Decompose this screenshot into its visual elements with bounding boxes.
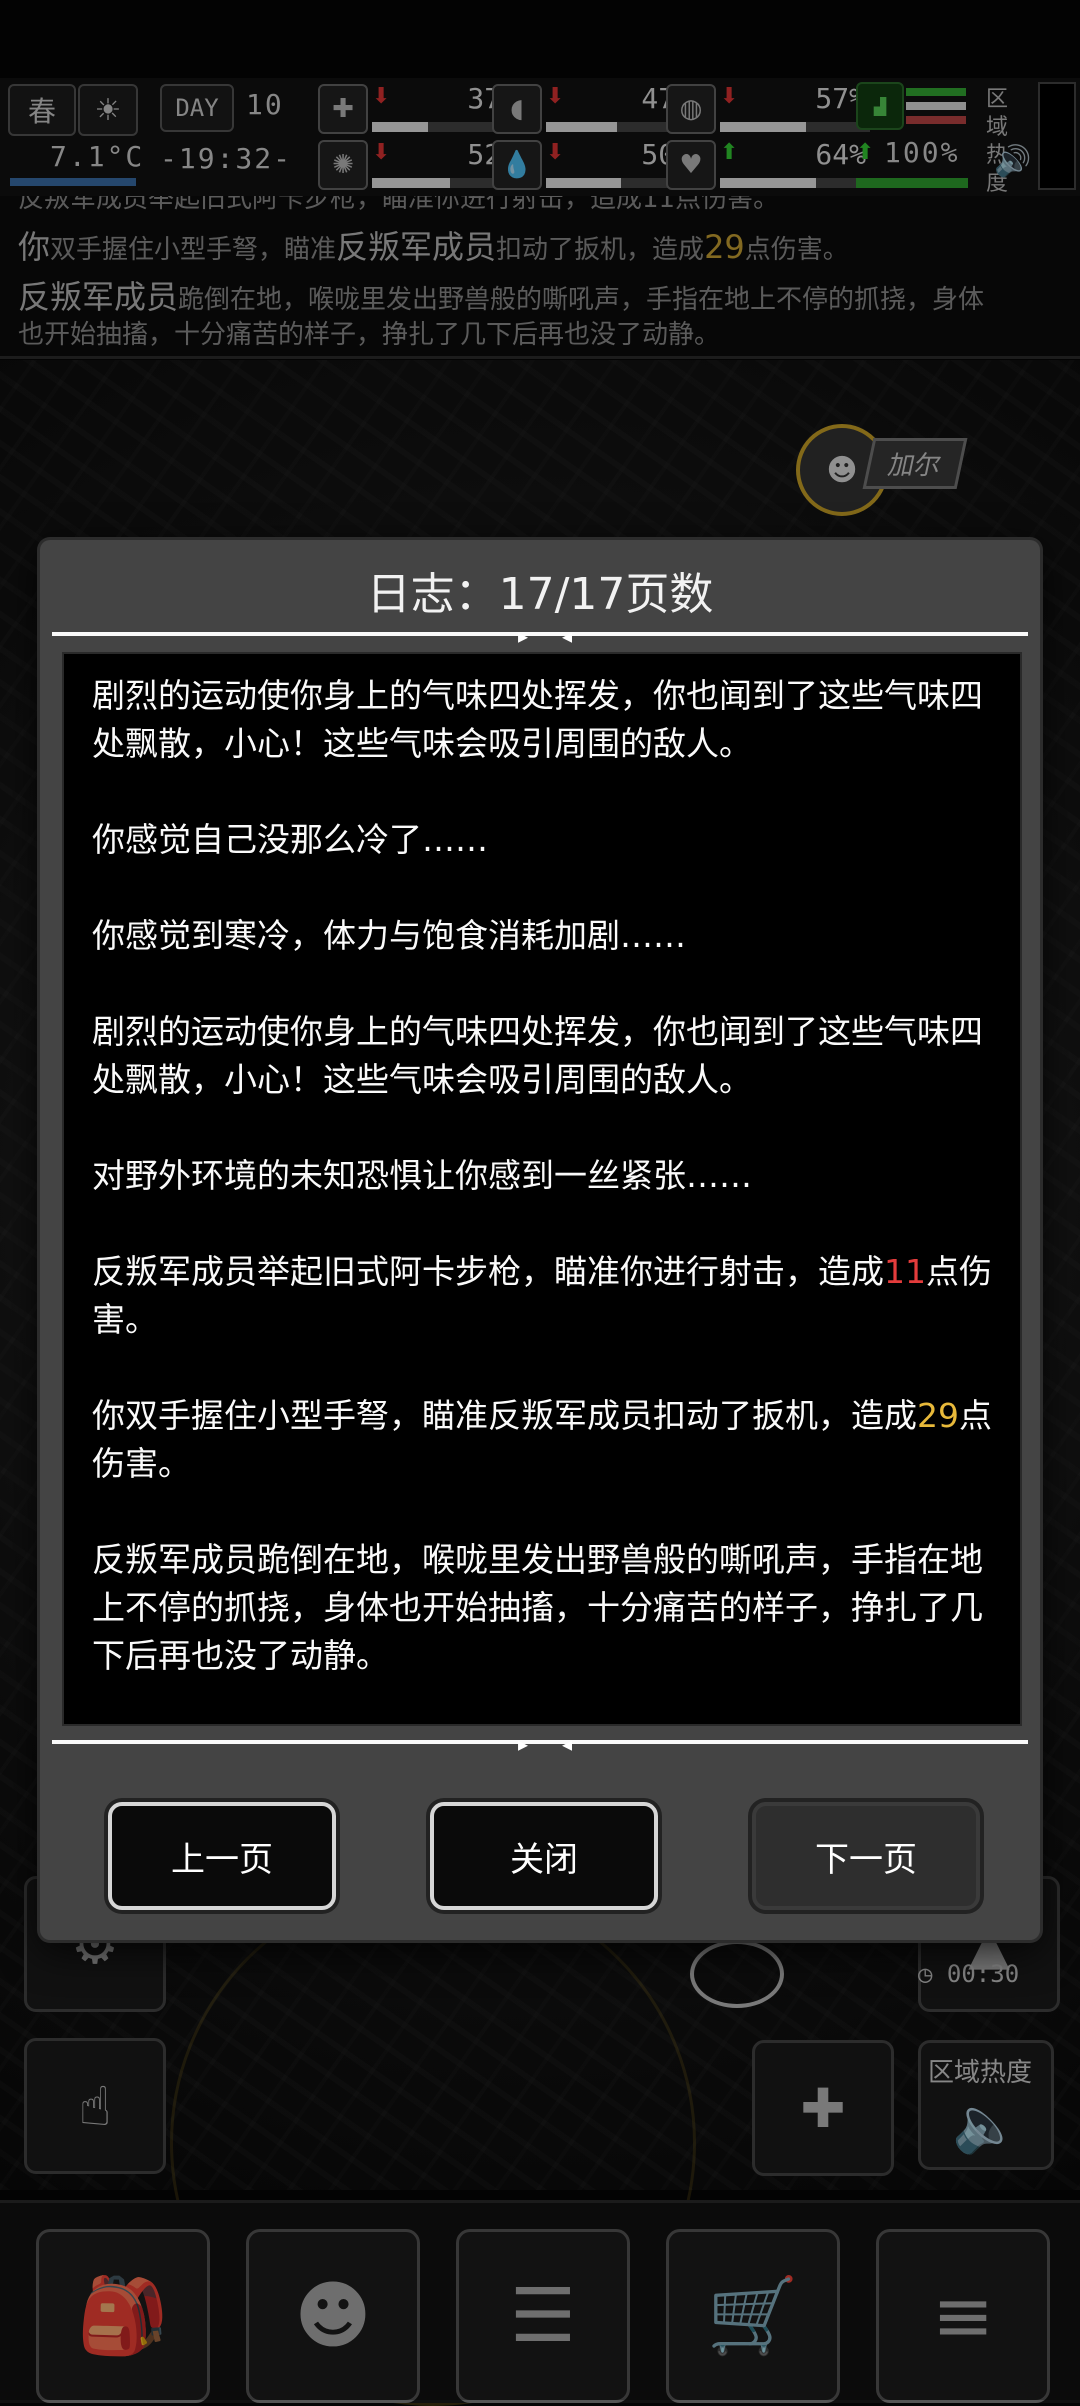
divider-bottom: ▸ ◂	[52, 1732, 1028, 1756]
log-entry: 你感觉到寒冷，体力与饱食消耗加剧……	[92, 916, 686, 955]
next-page-button[interactable]: 下一页	[752, 1802, 980, 1910]
log-list: 剧烈的运动使你身上的气味四处挥发，你也闻到了这些气味四处飘散，小心！这些气味会吸…	[92, 672, 1007, 1724]
divider-top: ▸ ◂	[52, 624, 1028, 648]
log-entry: 对野外环境的未知恐惧让你感到一丝紧张……	[92, 1156, 752, 1195]
log-dialog: 日志：17/17页数 ▸ ◂ 剧烈的运动使你身上的气味四处挥发，你也闻到了这些气味…	[40, 540, 1040, 1940]
close-button[interactable]: 关闭	[430, 1802, 658, 1910]
damage-number: 11	[884, 1252, 926, 1291]
dialog-title: 日志：17/17页数	[366, 569, 714, 620]
prev-page-button[interactable]: 上一页	[108, 1802, 336, 1910]
log-scroll-panel[interactable]: 剧烈的运动使你身上的气味四处挥发，你也闻到了这些气味四处飘散，小心！这些气味会吸…	[62, 652, 1022, 1726]
log-entry: 你双手握住小型手弩，瞄准反叛军成员扣动了扳机，造成29点伤害。	[92, 1396, 992, 1483]
log-entry: 反叛军成员举起旧式阿卡步枪，瞄准你进行射击，造成11点伤害。	[92, 1252, 992, 1339]
log-entry: 反叛军成员跪倒在地，喉咙里发出野兽般的嘶吼声，手指在地上不停的抓挠，身体也开始抽…	[92, 1540, 983, 1675]
log-entry: 剧烈的运动使你身上的气味四处挥发，你也闻到了这些气味四处飘散，小心！这些气味会吸…	[92, 1012, 983, 1099]
log-entry: 你感觉自己没那么冷了……	[92, 820, 488, 859]
log-entry: 剧烈的运动使你身上的气味四处挥发，你也闻到了这些气味四处飘散，小心！这些气味会吸…	[92, 676, 983, 763]
damage-number: 29	[917, 1396, 959, 1435]
